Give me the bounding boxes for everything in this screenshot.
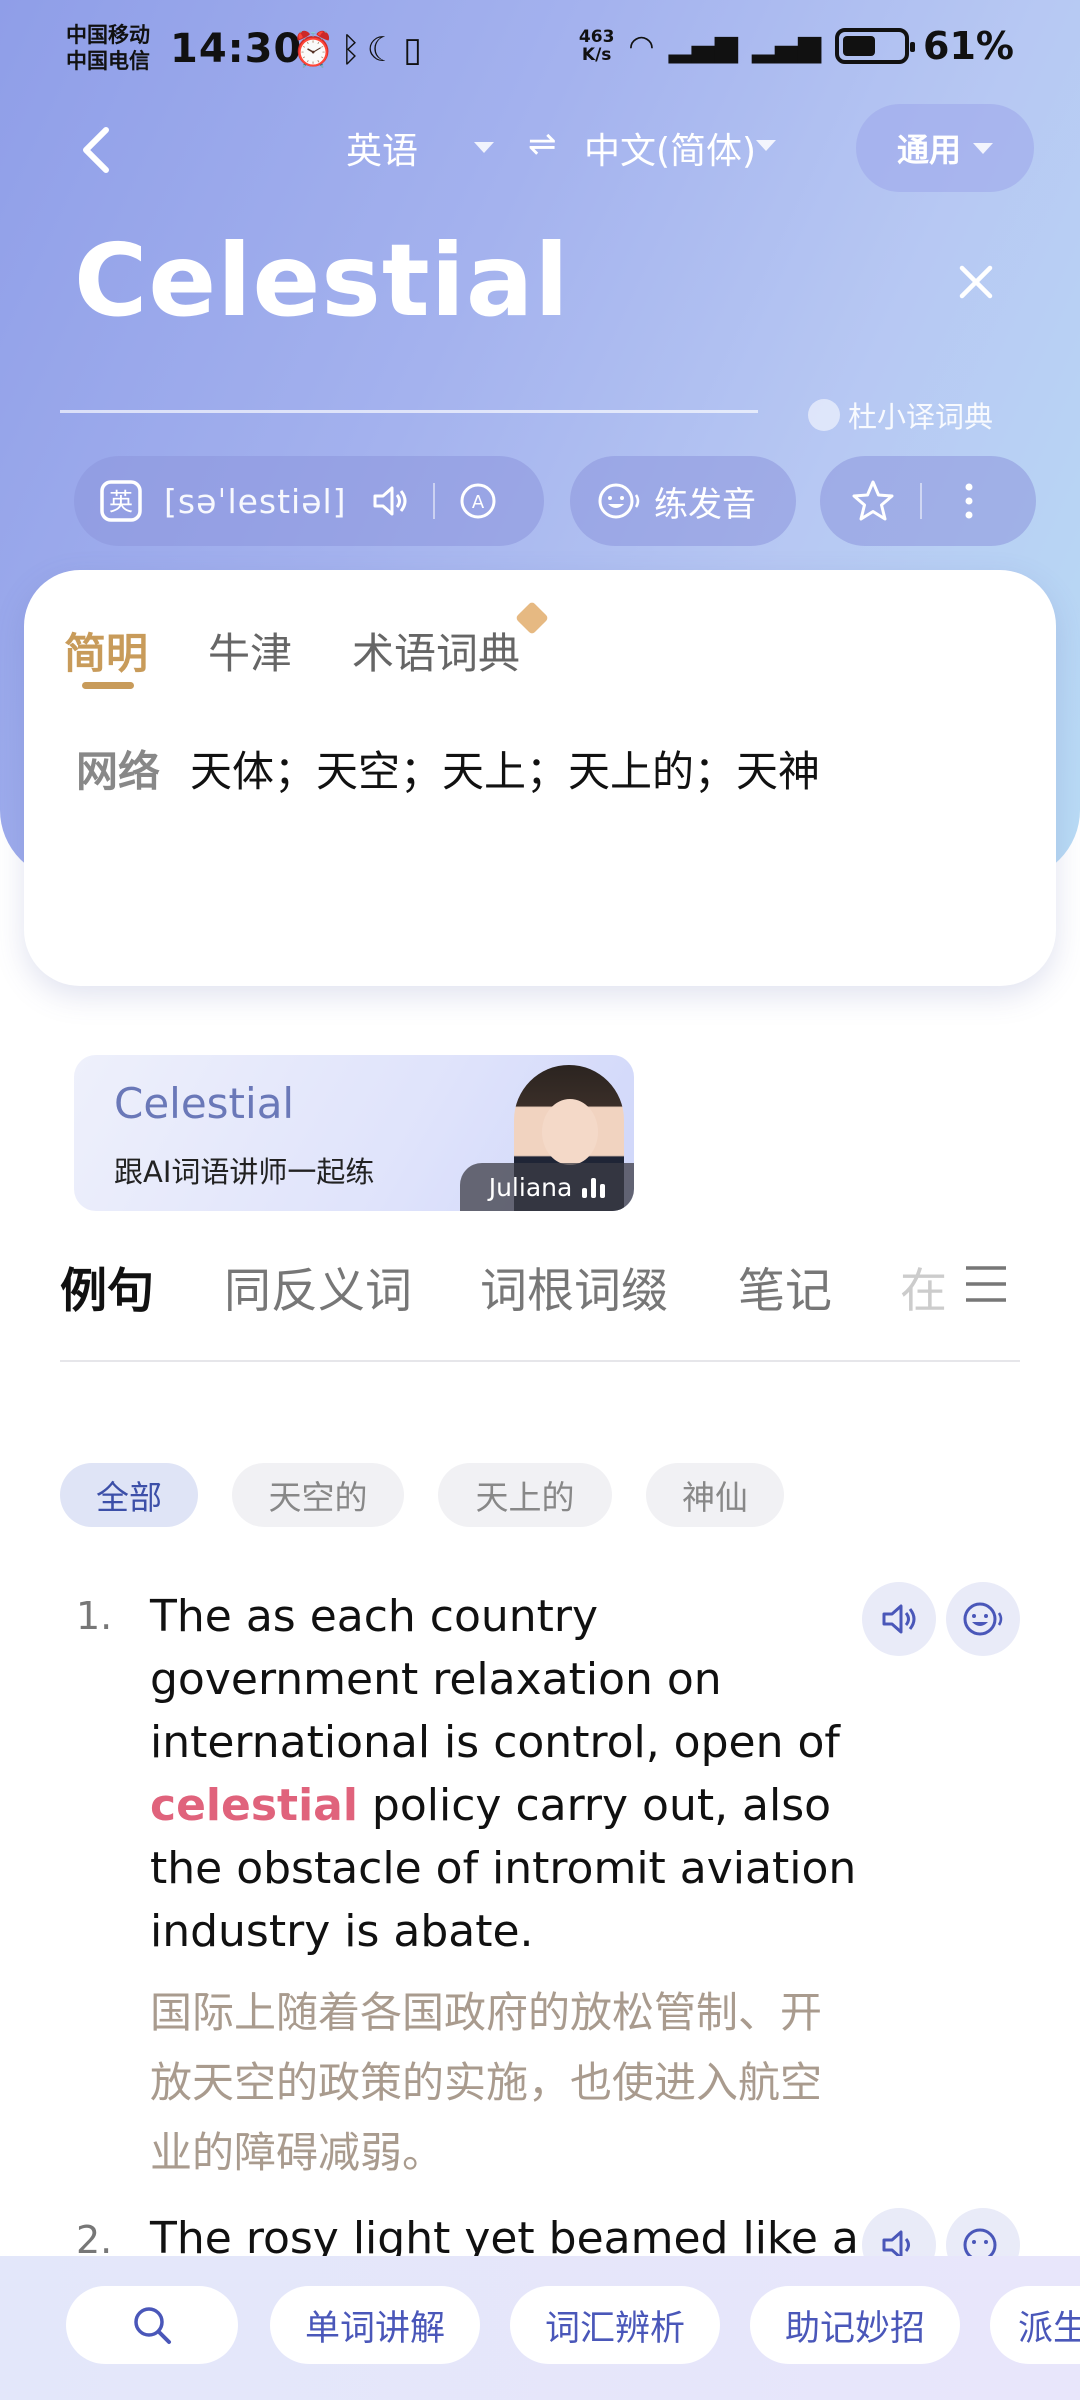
headword-input[interactable]: Celestial	[74, 222, 570, 339]
carriers: 中国移动 中国电信	[66, 22, 150, 74]
top-bar: 英语 ⇌ 中文(简体) 通用	[0, 100, 1080, 200]
active-tab-indicator	[82, 682, 134, 689]
chevron-down-icon[interactable]	[756, 140, 776, 151]
bluetooth-icon: ᛒ	[340, 30, 367, 70]
back-arrow-icon[interactable]	[74, 124, 118, 176]
alarm-icon: ⏰	[292, 30, 341, 70]
bottom-toolbar: 单词讲解 词汇辨析 助记妙招 派生	[0, 2256, 1080, 2400]
tab-more-faded[interactable]: 在	[900, 1252, 947, 1321]
chevron-down-icon[interactable]	[474, 142, 494, 153]
mode-selector[interactable]: 通用	[856, 104, 1034, 192]
signal-icon-1: ▂▄▆	[668, 28, 738, 64]
premium-diamond-icon	[515, 601, 549, 635]
practice-sentence-button[interactable]	[946, 1582, 1020, 1656]
chip-sky[interactable]: 天空的	[232, 1463, 404, 1527]
input-underline	[60, 410, 758, 413]
section-divider	[60, 1360, 1020, 1362]
word-explanation-button[interactable]: 单词讲解	[270, 2286, 480, 2364]
translate-icon[interactable]: 英	[98, 478, 144, 524]
close-icon[interactable]	[956, 262, 996, 302]
carrier-1: 中国移动	[66, 23, 150, 47]
battery-icon	[835, 28, 916, 64]
divider	[920, 483, 922, 519]
moon-icon: ☾	[366, 30, 404, 70]
tab-word-roots[interactable]: 词根词缀	[480, 1252, 668, 1321]
status-right: 463 K/s ◠ ▂▄▆ ▂▄▆ 61%	[579, 24, 1014, 68]
example-english: The as each country government relaxatio…	[150, 1591, 857, 1957]
dictionary-source[interactable]: 杜小译词典	[808, 394, 993, 436]
pronunciation-pill: 英 [səˈlestiəl] A	[74, 456, 544, 546]
tab-examples[interactable]: 例句	[60, 1252, 154, 1321]
tab-terminology[interactable]: 术语词典	[352, 620, 520, 681]
source-language[interactable]: 英语	[346, 122, 418, 174]
tab-concise[interactable]: 简明	[64, 620, 148, 681]
status-bar: 中国移动 中国电信 14:30 ⏰ᛒ☾▯ 463 K/s ◠ ▂▄▆ ▂▄▆ 6…	[0, 0, 1080, 100]
derivation-button[interactable]: 派生	[990, 2286, 1080, 2364]
tutor-face	[542, 1099, 598, 1165]
vibrate-icon: ▯	[403, 30, 428, 70]
speaker-icon	[882, 1604, 916, 1634]
chip-all[interactable]: 全部	[60, 1463, 198, 1527]
dictionary-source-label: 杜小译词典	[848, 400, 994, 434]
star-icon[interactable]	[850, 478, 896, 524]
example-chinese: 国际上随着各国政府的放松管制、开放天空的政策的实施，也使进入航空业的障碍减弱。	[150, 1988, 823, 2177]
smile-voice-icon	[596, 478, 642, 524]
example-number: 1.	[76, 1594, 113, 1638]
tutor-name: Juliana	[488, 1172, 573, 1202]
menu-icon[interactable]	[964, 1264, 1008, 1304]
chevron-down-icon	[973, 142, 993, 154]
auto-play-icon[interactable]: A	[455, 478, 501, 524]
mode-label: 通用	[896, 131, 961, 169]
search-icon	[134, 2307, 171, 2344]
practice-pronunciation-button[interactable]: 练发音	[570, 456, 796, 546]
more-icon[interactable]	[946, 478, 992, 524]
phonetic: [səˈlestiəl]	[164, 481, 347, 521]
highlight-word[interactable]: celestial	[150, 1780, 358, 1831]
divider	[432, 483, 435, 519]
speaker-icon[interactable]	[367, 478, 413, 524]
battery-level: 61%	[923, 24, 1014, 68]
mnemonic-button[interactable]: 助记妙招	[750, 2286, 960, 2364]
banner-subtitle: 跟AI词语讲师一起练	[114, 1155, 375, 1189]
definition-row: 网络 天体；天空；天上；天上的；天神	[76, 738, 820, 799]
clock: 14:30	[170, 26, 303, 72]
wifi-icon: ◠	[628, 28, 655, 64]
chip-heavenly[interactable]: 天上的	[438, 1463, 612, 1527]
speaker-button[interactable]	[862, 1582, 936, 1656]
ai-tutor-banner[interactable]: Celestial 跟AI词语讲师一起练 Juliana	[74, 1055, 634, 1211]
tutor-badge: Juliana	[460, 1163, 634, 1211]
smile-voice-icon	[963, 1602, 1003, 1636]
carrier-2: 中国电信	[66, 49, 150, 73]
svg-text:英: 英	[109, 488, 133, 516]
tab-notes[interactable]: 笔记	[738, 1252, 832, 1321]
swap-icon[interactable]: ⇌	[528, 124, 557, 164]
signal-icon-2: ▂▄▆	[751, 28, 822, 64]
search-button[interactable]	[66, 2286, 238, 2364]
practice-label: 练发音	[654, 484, 756, 525]
tab-synonyms[interactable]: 同反义词	[224, 1252, 412, 1321]
svg-text:A: A	[471, 492, 484, 513]
mascot-icon	[808, 399, 840, 431]
audio-bars-icon	[582, 1176, 606, 1198]
net-speed: 463 K/s	[578, 27, 615, 65]
definition-card: 简明 牛津 术语词典 网络 天体；天空；天上；天上的；天神	[24, 570, 1056, 986]
tab-oxford[interactable]: 牛津	[208, 620, 292, 681]
target-language[interactable]: 中文(简体)	[584, 122, 756, 174]
banner-title: Celestial	[114, 1079, 295, 1128]
vocab-comparison-button[interactable]: 词汇辨析	[510, 2286, 720, 2364]
definition-label: 网络	[76, 747, 161, 796]
action-pill	[820, 456, 1036, 546]
definition-text: 天体；天空；天上；天上的；天神	[190, 747, 821, 796]
status-icons: ⏰ᛒ☾▯	[292, 30, 428, 70]
chip-deity[interactable]: 神仙	[646, 1463, 784, 1527]
